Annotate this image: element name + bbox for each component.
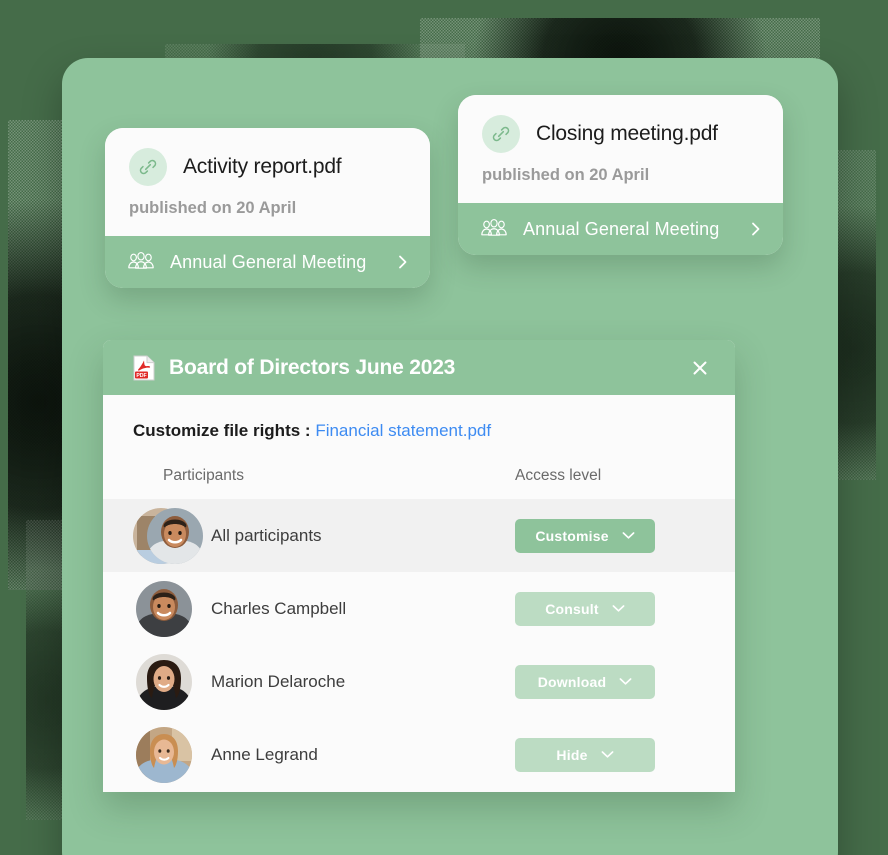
- access-level-label: Download: [537, 673, 607, 690]
- link-icon: [129, 148, 167, 186]
- participant-name: All participants: [211, 525, 322, 545]
- participant-cell: Charles Campbell: [133, 578, 515, 640]
- access-level-dropdown[interactable]: Consult: [515, 591, 655, 626]
- customize-rights-label: Customize file rights :: [133, 421, 311, 440]
- chevron-down-icon: [619, 677, 632, 686]
- access-level-label: Hide: [556, 746, 588, 763]
- file-card-closing-meeting[interactable]: Closing meeting.pdf published on 20 Apri…: [458, 95, 783, 255]
- avatar-charles-campbell: [133, 578, 195, 640]
- file-card-meeting-label: Annual General Meeting: [523, 218, 720, 239]
- chevron-down-icon: [622, 531, 635, 540]
- file-card-body: Closing meeting.pdf published on 20 Apri…: [458, 95, 783, 203]
- access-cell: Download: [515, 664, 705, 699]
- pdf-file-icon: PDF: [133, 355, 155, 381]
- file-card-title: Activity report.pdf: [183, 155, 342, 178]
- chevron-right-icon: [396, 254, 410, 270]
- access-cell: Consult: [515, 591, 705, 626]
- access-level-dropdown[interactable]: Download: [515, 664, 655, 699]
- group-people-icon: [127, 250, 155, 274]
- column-header-access-level: Access level: [515, 467, 602, 484]
- access-cell: Customise: [515, 518, 705, 553]
- table-row[interactable]: All participants Customise: [103, 499, 735, 572]
- access-level-label: Consult: [545, 600, 599, 617]
- avatar: [136, 580, 192, 637]
- table-row[interactable]: Charles Campbell Consult: [103, 572, 735, 645]
- participant-name: Charles Campbell: [211, 598, 347, 618]
- background-noise-blob-left-2: [26, 520, 66, 820]
- close-icon[interactable]: [687, 355, 713, 381]
- file-card-title-row: Closing meeting.pdf: [482, 115, 759, 153]
- participant-name: Anne Legrand: [211, 744, 318, 764]
- customize-file-rights-modal: PDF Board of Directors June 2023 Customi…: [103, 340, 735, 792]
- chevron-down-icon: [612, 604, 625, 613]
- avatar: [136, 726, 192, 783]
- avatar: [136, 653, 192, 710]
- access-level-dropdown[interactable]: Customise: [515, 518, 655, 553]
- table-row[interactable]: Anne Legrand Hide: [103, 718, 735, 791]
- access-level-label: Customise: [535, 527, 609, 544]
- avatar: [147, 507, 203, 564]
- background-noise-blob-left: [8, 120, 70, 590]
- modal-body: Customize file rights : Financial statem…: [103, 395, 735, 791]
- access-cell: Hide: [515, 737, 705, 772]
- group-people-icon: [480, 217, 508, 241]
- column-header-participants: Participants: [163, 467, 244, 484]
- target-file-link[interactable]: Financial statement.pdf: [315, 421, 491, 440]
- file-card-meeting-label: Annual General Meeting: [170, 251, 367, 272]
- participant-name: Marion Delaroche: [211, 671, 346, 691]
- chevron-right-icon: [749, 221, 763, 237]
- participant-cell: Anne Legrand: [133, 724, 515, 786]
- avatar-anne-legrand: [133, 724, 195, 786]
- participants-table: Participants Access level All participan…: [103, 467, 735, 791]
- link-icon: [482, 115, 520, 153]
- customize-rights-heading: Customize file rights : Financial statem…: [133, 421, 705, 441]
- file-card-subtitle: published on 20 April: [129, 199, 297, 217]
- file-card-body: Activity report.pdf published on 20 Apri…: [105, 128, 430, 236]
- modal-title: Board of Directors June 2023: [169, 355, 456, 379]
- participant-cell: All participants: [133, 505, 515, 567]
- chevron-down-icon: [601, 750, 614, 759]
- file-card-title: Closing meeting.pdf: [536, 122, 718, 145]
- table-header-row: Participants Access level: [133, 467, 705, 499]
- avatar-marion-delaroche: [133, 651, 195, 713]
- participant-cell: Marion Delaroche: [133, 651, 515, 713]
- file-card-meeting-link[interactable]: Annual General Meeting: [105, 236, 430, 288]
- file-card-subtitle: published on 20 April: [482, 166, 650, 184]
- svg-text:PDF: PDF: [136, 372, 146, 378]
- access-level-dropdown[interactable]: Hide: [515, 737, 655, 772]
- file-card-title-row: Activity report.pdf: [129, 148, 406, 186]
- file-card-activity-report[interactable]: Activity report.pdf published on 20 Apri…: [105, 128, 430, 288]
- file-card-meeting-link[interactable]: Annual General Meeting: [458, 203, 783, 255]
- group-avatar-stack: [133, 505, 203, 567]
- table-row[interactable]: Marion Delaroche Download: [103, 645, 735, 718]
- modal-header: PDF Board of Directors June 2023: [103, 340, 735, 395]
